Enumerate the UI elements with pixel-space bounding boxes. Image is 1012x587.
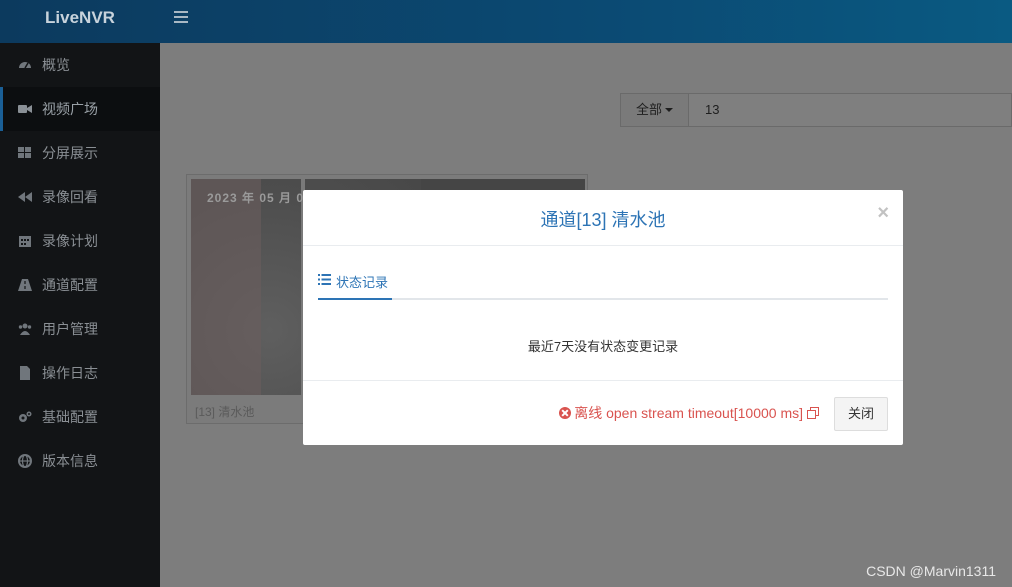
copy-icon[interactable] bbox=[807, 407, 819, 419]
sidebar-item-label: 录像计划 bbox=[42, 233, 98, 249]
sidebar-item-label: 版本信息 bbox=[42, 453, 98, 469]
sidebar-item-label: 用户管理 bbox=[42, 321, 98, 337]
search-input[interactable] bbox=[705, 94, 985, 126]
sidebar-item-split-screen[interactable]: 分屏展示 bbox=[0, 131, 160, 175]
empty-records-message: 最近7天没有状态变更记录 bbox=[527, 339, 679, 354]
close-icon[interactable]: × bbox=[877, 203, 889, 223]
sidebar-item-operation-log[interactable]: 操作日志 bbox=[0, 351, 160, 395]
sidebar-item-record-plan[interactable]: 录像计划 bbox=[0, 219, 160, 263]
sidebar-item-video-square[interactable]: 视频广场 bbox=[0, 87, 160, 131]
grid-icon bbox=[18, 147, 31, 158]
sidebar-item-label: 视频广场 bbox=[42, 101, 98, 117]
calendar-icon bbox=[19, 236, 31, 247]
search-bar: 全部 bbox=[620, 93, 1012, 127]
sidebar-item-basic-config[interactable]: 基础配置 bbox=[0, 395, 160, 439]
sidebar-item-label: 分屏展示 bbox=[42, 145, 98, 161]
gears-icon bbox=[19, 411, 32, 422]
status-text: 离线 open stream timeout[10000 ms] bbox=[574, 405, 803, 421]
sidebar-item-user-management[interactable]: 用户管理 bbox=[0, 307, 160, 351]
sidebar-item-label: 录像回看 bbox=[42, 189, 98, 205]
sidebar-item-label: 基础配置 bbox=[42, 409, 98, 425]
modal-title: 通道[13] 清水池 bbox=[540, 210, 666, 230]
error-circle-icon bbox=[559, 407, 572, 419]
sidebar-item-playback[interactable]: 录像回看 bbox=[0, 175, 160, 219]
sidebar-item-label: 概览 bbox=[42, 57, 70, 73]
channel-status: 离线 open stream timeout[10000 ms] bbox=[559, 403, 819, 423]
caret-down-icon bbox=[665, 108, 673, 112]
modal-header: 通道[13] 清水池 × bbox=[303, 190, 903, 246]
users-icon bbox=[18, 323, 32, 335]
sidebar-item-label: 操作日志 bbox=[42, 365, 98, 381]
globe-icon bbox=[18, 454, 32, 468]
file-icon bbox=[20, 366, 30, 380]
channel-status-modal: 通道[13] 清水池 × 状态记录 最近7天没有状态变更记录 离线 open s… bbox=[303, 190, 903, 445]
tab-status-records[interactable]: 状态记录 bbox=[318, 270, 392, 300]
road-icon bbox=[18, 279, 32, 291]
sidebar: 概览 视频广场 分屏展示 录像回看 录像计划 通道配置 用户管理 操作日志 基础… bbox=[0, 43, 160, 587]
menu-toggle-icon[interactable] bbox=[174, 11, 188, 25]
sidebar-item-label: 通道配置 bbox=[42, 277, 98, 293]
modal-tabs: 状态记录 bbox=[318, 270, 888, 300]
sidebar-item-channel-config[interactable]: 通道配置 bbox=[0, 263, 160, 307]
video-camera-icon bbox=[18, 105, 32, 113]
watermark: CSDN @Marvin1311 bbox=[866, 563, 996, 579]
top-header: LiveNVR bbox=[0, 0, 1012, 43]
modal-footer: 离线 open stream timeout[10000 ms] 关闭 bbox=[303, 380, 903, 445]
list-icon bbox=[318, 274, 331, 285]
filter-dropdown[interactable]: 全部 bbox=[621, 94, 689, 126]
app-logo[interactable]: LiveNVR bbox=[0, 0, 160, 43]
osd-timestamp: 2023 年 05 月 0 bbox=[207, 191, 305, 205]
sidebar-item-version-info[interactable]: 版本信息 bbox=[0, 439, 160, 483]
filter-label: 全部 bbox=[635, 102, 662, 117]
close-button[interactable]: 关闭 bbox=[834, 397, 888, 431]
tab-label: 状态记录 bbox=[336, 275, 389, 290]
backward-icon bbox=[18, 192, 32, 202]
channel-card-label: [13] 清水池 bbox=[195, 405, 255, 419]
dashboard-icon bbox=[19, 62, 31, 69]
sidebar-item-overview[interactable]: 概览 bbox=[0, 43, 160, 87]
